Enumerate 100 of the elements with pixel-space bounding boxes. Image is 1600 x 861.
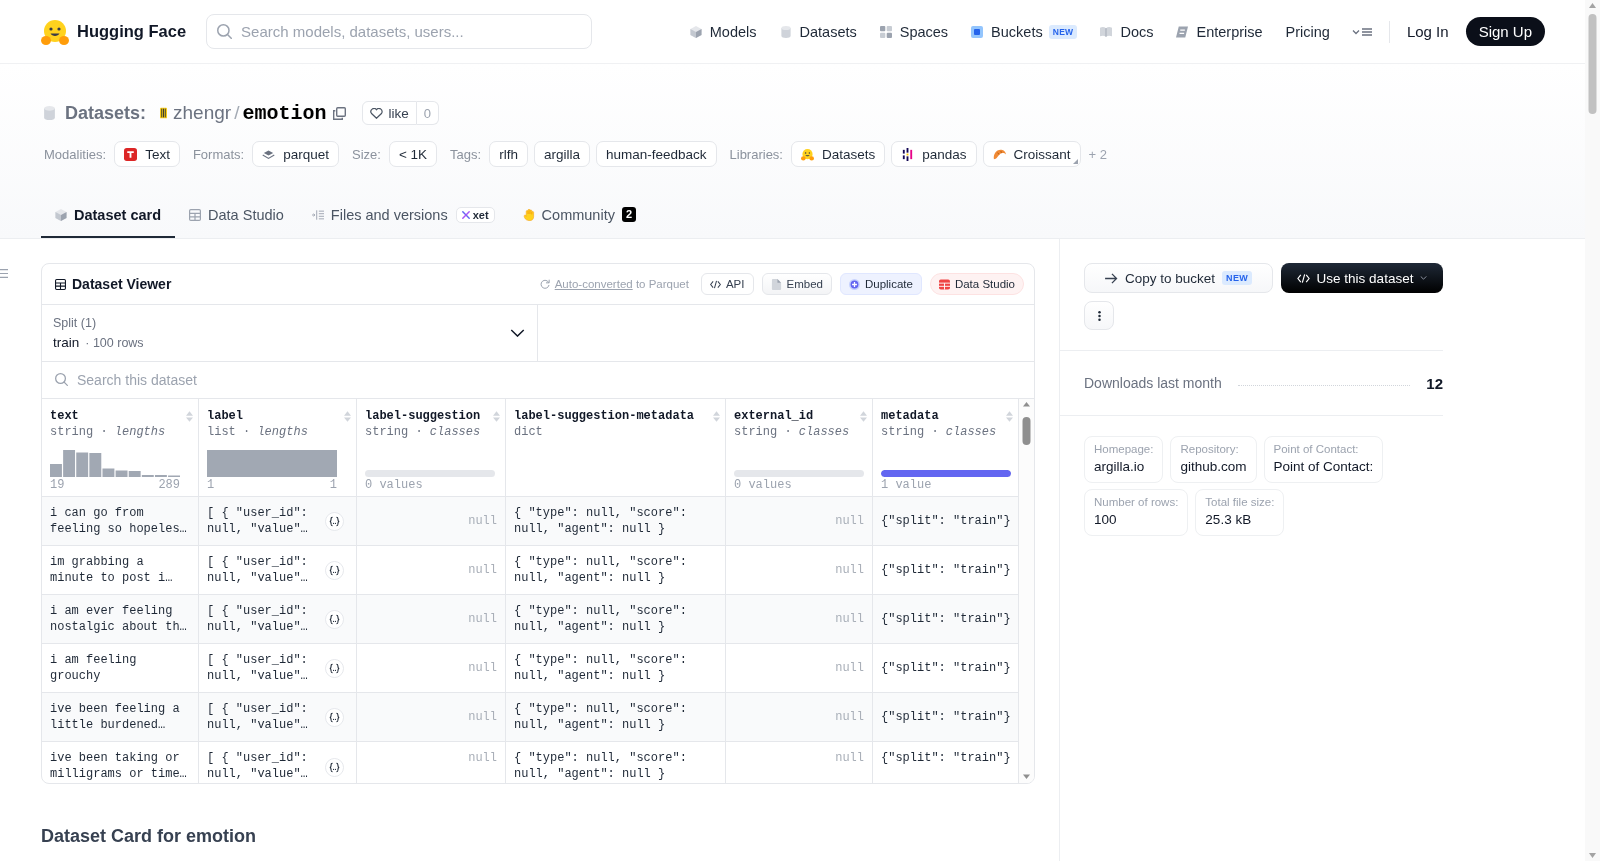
slanted-tile-icon bbox=[1176, 25, 1189, 38]
table-cell: { "type": null, "score": null, "agent": null } bbox=[506, 497, 726, 546]
column-type: string · classes bbox=[734, 424, 850, 440]
tag-link[interactable]: rlfh bbox=[489, 141, 528, 167]
size-link[interactable]: < 1K bbox=[388, 141, 438, 167]
storage-label: xet bbox=[472, 208, 489, 221]
table-cell: null bbox=[357, 595, 506, 644]
search-icon bbox=[217, 24, 233, 39]
grid-icon bbox=[938, 278, 950, 290]
page-tab[interactable]: Data Studio bbox=[175, 199, 298, 238]
nav-link[interactable]: Buckets NEW bbox=[971, 23, 1078, 40]
library-link[interactable]: Croissant bbox=[982, 141, 1081, 167]
arrow-right-icon bbox=[1105, 272, 1118, 284]
grid-icon bbox=[879, 25, 892, 38]
nav-link[interactable]: Spaces bbox=[879, 23, 949, 40]
braces-icon[interactable] bbox=[325, 707, 344, 727]
braces-icon[interactable] bbox=[325, 560, 344, 580]
page-tab[interactable]: Files and versions xet bbox=[297, 199, 509, 238]
tag-link[interactable]: argilla bbox=[533, 141, 590, 167]
column-type: string · classes bbox=[881, 424, 997, 440]
column-name: label-suggestion bbox=[365, 409, 481, 423]
text-modality-icon bbox=[124, 147, 138, 161]
sidebar-menu-icon[interactable] bbox=[0, 269, 8, 278]
table-cell-text: [ { "user_id": null, "value"… bbox=[207, 554, 309, 586]
croissant-icon bbox=[992, 147, 1006, 161]
braces-icon[interactable] bbox=[325, 757, 344, 777]
refresh-icon bbox=[539, 279, 550, 289]
meta-label: Size: bbox=[352, 146, 381, 162]
nav-link[interactable]: Pricing bbox=[1285, 23, 1330, 40]
smiley-icon bbox=[801, 147, 814, 161]
conversion-note: Auto-converted to Parquet bbox=[554, 278, 689, 290]
table-cell: null bbox=[726, 497, 873, 546]
info-value[interactable]: Point of Contact: bbox=[1273, 457, 1374, 477]
modality-link[interactable]: Text bbox=[114, 141, 180, 167]
library-link[interactable]: Datasets bbox=[791, 141, 886, 167]
braces-icon[interactable] bbox=[325, 609, 344, 629]
table-cell: null bbox=[357, 693, 506, 742]
chevron-down-icon bbox=[510, 329, 525, 337]
cylinder-icon bbox=[779, 25, 792, 38]
split-dropdown[interactable]: Split (1) train · 100 rows bbox=[42, 305, 538, 361]
sign-up-button[interactable]: Sign Up bbox=[1465, 17, 1545, 46]
table-cell-text: [ { "user_id": null, "value"… bbox=[207, 505, 309, 537]
info-value[interactable]: argilla.io bbox=[1094, 457, 1154, 477]
class-count: 0 values bbox=[365, 477, 423, 493]
table-cell: null bbox=[357, 497, 506, 546]
book-icon bbox=[1100, 25, 1113, 38]
bars-icon bbox=[901, 147, 915, 161]
range-max: 1 bbox=[329, 477, 337, 493]
menu-icon[interactable] bbox=[1351, 26, 1372, 37]
table-cell: null bbox=[726, 693, 873, 742]
nav-link[interactable]: Models bbox=[689, 23, 757, 40]
copy-icon[interactable] bbox=[333, 106, 347, 120]
nav-link[interactable]: Docs bbox=[1100, 23, 1154, 40]
format-link[interactable]: parquet bbox=[252, 141, 339, 167]
duplicate-button[interactable]: Duplicate bbox=[839, 273, 922, 295]
column-name: label bbox=[207, 409, 243, 423]
nav-link[interactable]: Enterprise bbox=[1176, 23, 1263, 40]
use-dataset-button[interactable]: Use this dataset bbox=[1281, 263, 1443, 293]
card-heading: Dataset Card for emotion bbox=[41, 825, 258, 847]
tag-link[interactable]: human-feedback bbox=[595, 141, 717, 167]
page-tab[interactable]: Dataset card bbox=[41, 199, 176, 238]
files-icon bbox=[311, 208, 324, 221]
info-value: 100 bbox=[1094, 511, 1118, 529]
api-button[interactable]: API bbox=[700, 273, 754, 295]
avatar-icon bbox=[160, 107, 168, 119]
meta-label: Tags: bbox=[450, 146, 482, 162]
more-options-button[interactable] bbox=[1084, 301, 1114, 330]
copy-to-bucket-button[interactable]: Copy to bucket NEW bbox=[1084, 263, 1273, 293]
owner-link[interactable]: zhengr bbox=[173, 102, 232, 124]
braces-icon[interactable] bbox=[325, 658, 344, 678]
square-icon bbox=[971, 25, 984, 38]
data-studio-button[interactable]: Data Studio bbox=[929, 273, 1024, 295]
like-button[interactable]: like bbox=[362, 101, 417, 125]
brand-link[interactable]: Hugging Face bbox=[41, 18, 187, 45]
new-label: NEW bbox=[1222, 271, 1252, 285]
info-value[interactable]: github.com bbox=[1180, 457, 1247, 477]
column-name: external_id bbox=[734, 409, 814, 423]
info-label: Number of rows: bbox=[1094, 495, 1179, 510]
library-link[interactable]: pandas bbox=[891, 141, 977, 167]
log-in-link[interactable]: Log In bbox=[1406, 23, 1449, 40]
embed-button[interactable]: Embed bbox=[761, 273, 832, 295]
column-type: dict bbox=[514, 424, 543, 440]
table-cell-text: [ { "user_id": null, "value"… bbox=[207, 652, 309, 684]
column-type: string · classes bbox=[365, 424, 481, 440]
page-tab[interactable]: Community 2 bbox=[508, 199, 651, 238]
range-max: 289 bbox=[158, 477, 180, 493]
search-field[interactable]: Search models, datasets, users... bbox=[206, 14, 593, 49]
info-label: Repository: bbox=[1180, 442, 1240, 457]
page-scrollbar[interactable] bbox=[1585, 0, 1600, 861]
nav-link[interactable]: Datasets bbox=[779, 23, 857, 40]
braces-icon[interactable] bbox=[325, 511, 344, 531]
hand-icon bbox=[522, 208, 535, 221]
column-name: label-suggestion-metadata bbox=[514, 409, 695, 423]
plus-circle-icon bbox=[848, 278, 860, 290]
path-separator: / bbox=[234, 102, 240, 124]
table-icon bbox=[55, 278, 66, 290]
corner-triangle-icon bbox=[1072, 159, 1078, 164]
cube-icon bbox=[689, 25, 702, 38]
column-type: list · lengths bbox=[207, 424, 308, 440]
meta-label: Modalities: bbox=[44, 146, 107, 162]
